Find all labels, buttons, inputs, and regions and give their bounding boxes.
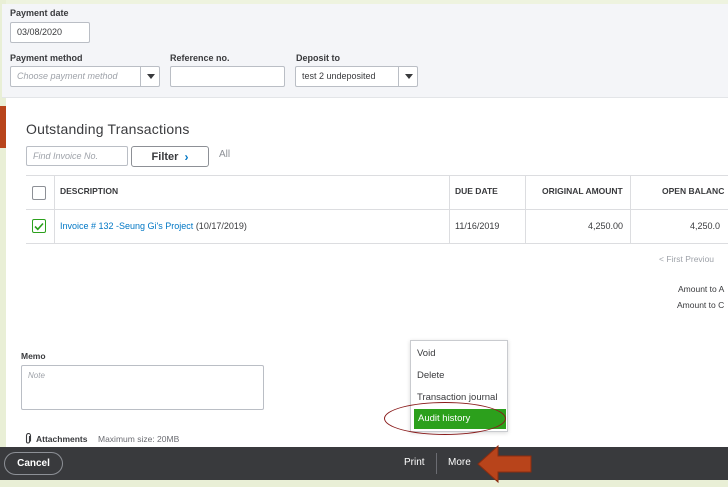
col-header-description[interactable]: DESCRIPTION — [60, 186, 118, 196]
col-header-open-balance[interactable]: OPEN BALANC — [662, 186, 724, 196]
more-button[interactable]: More — [448, 457, 471, 468]
table-row-open-balance: 4,250.0 — [690, 221, 721, 231]
reference-input[interactable] — [170, 66, 285, 87]
payment-method-label: Payment method — [10, 53, 83, 63]
row-checkbox-checked[interactable] — [32, 219, 46, 233]
find-invoice-input[interactable]: Find Invoice No. — [26, 146, 128, 166]
pagination[interactable]: < First Previou — [659, 254, 714, 264]
table-row-original-amount: 4,250.00 — [588, 221, 624, 231]
reference-label: Reference no. — [170, 53, 230, 63]
attachments-max-size: Maximum size: 20MB — [98, 434, 180, 444]
table-row-description: Invoice # 132 -Seung Gi's Project (10/17… — [60, 221, 247, 231]
deposit-to-value: test 2 undeposited — [302, 71, 376, 81]
col-header-due-date[interactable]: DUE DATE — [455, 186, 498, 196]
payment-date-label: Payment date — [10, 8, 69, 18]
filter-label: Filter — [151, 150, 179, 163]
slide-frame-bottom — [0, 480, 728, 487]
all-filter-text: All — [219, 149, 231, 160]
attachments-link[interactable]: Attachments — [24, 433, 87, 445]
table-col-divider — [54, 175, 55, 243]
table-col-divider — [630, 175, 631, 243]
print-button[interactable]: Print — [404, 457, 425, 468]
paperclip-icon — [25, 433, 32, 444]
outstanding-title: Outstanding Transactions — [26, 121, 190, 137]
payment-date-input[interactable]: 03/08/2020 — [10, 22, 90, 43]
table-col-divider — [525, 175, 526, 243]
select-all-checkbox[interactable] — [32, 186, 46, 200]
payment-method-placeholder: Choose payment method — [17, 71, 118, 81]
footer-bar — [0, 447, 728, 480]
table-header-border — [26, 209, 728, 210]
highlight-oval — [384, 402, 506, 435]
menu-item-delete[interactable]: Delete — [417, 370, 444, 381]
amount-to-credit-label: Amount to C — [677, 300, 725, 310]
deposit-to-select[interactable]: test 2 undeposited — [295, 66, 418, 87]
table-row-due-date: 11/16/2019 — [455, 221, 500, 231]
footer-separator — [436, 453, 437, 474]
table-top-border — [26, 175, 728, 176]
annotation-arrow-icon — [477, 444, 532, 484]
invoice-link[interactable]: Invoice # 132 -Seung Gi's Project — [60, 221, 193, 231]
chevron-down-icon[interactable] — [398, 66, 418, 87]
deposit-to-label: Deposit to — [296, 53, 340, 63]
chevron-down-icon[interactable] — [140, 66, 160, 87]
menu-item-void[interactable]: Void — [417, 348, 436, 359]
amount-to-apply-label: Amount to A — [678, 284, 725, 294]
memo-label: Memo — [21, 351, 46, 361]
col-header-original-amount[interactable]: ORIGINAL AMOUNT — [542, 186, 623, 196]
attachments-label: Attachments — [36, 434, 88, 444]
memo-textarea[interactable]: Note — [21, 365, 264, 410]
chevron-right-icon: › — [184, 149, 189, 164]
table-row-border — [26, 243, 728, 244]
filter-button[interactable]: Filter › — [131, 146, 209, 167]
cancel-button[interactable]: Cancel — [4, 452, 63, 475]
payment-method-select[interactable]: Choose payment method — [10, 66, 160, 87]
checkmark-icon — [34, 222, 44, 230]
invoice-date: (10/17/2019) — [195, 221, 247, 231]
table-col-divider — [449, 175, 450, 243]
slide-accent-strip — [0, 106, 6, 148]
